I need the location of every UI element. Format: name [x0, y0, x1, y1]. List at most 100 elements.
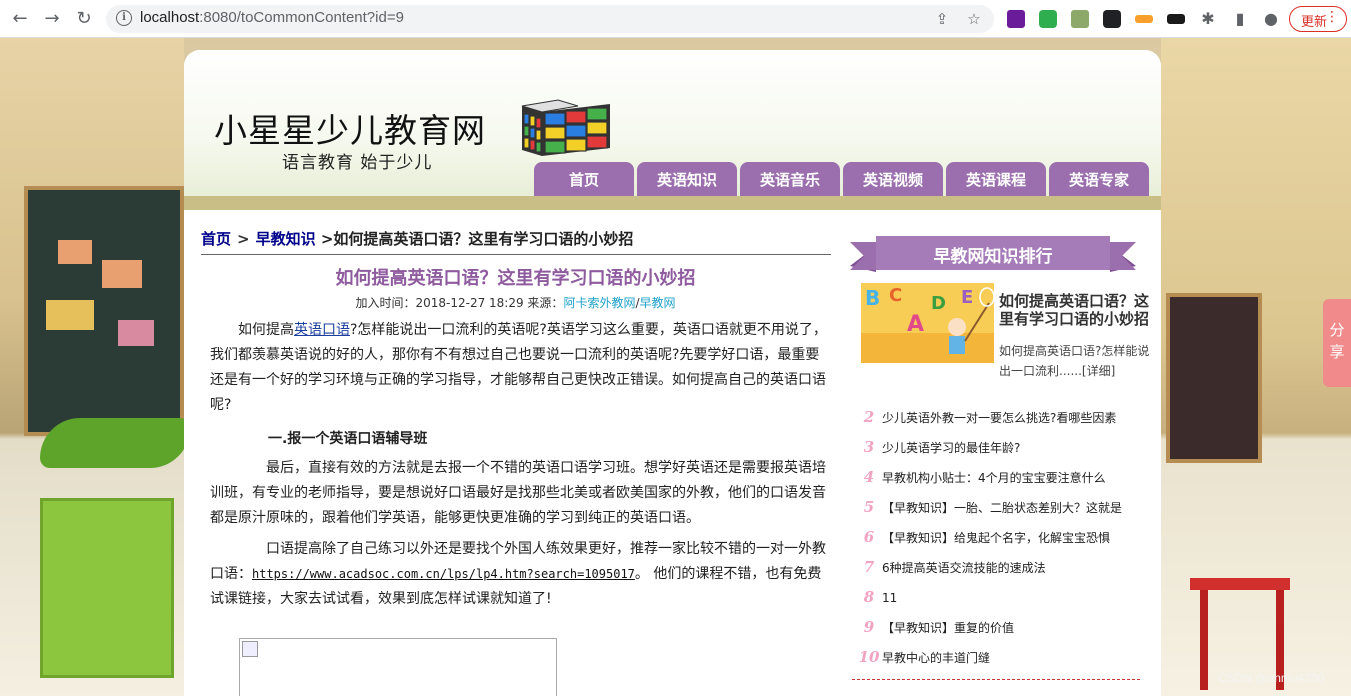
- rank-number: 3: [863, 438, 875, 456]
- extension-chat-icon[interactable]: [1039, 10, 1057, 28]
- share-tab-label: 分享: [1329, 321, 1345, 361]
- sidebar-heading: 早教网知识排行: [933, 247, 1053, 267]
- background-table-leg: [1200, 590, 1208, 690]
- nav-underline-bar: [184, 196, 1161, 210]
- update-label: 更新: [1301, 15, 1328, 30]
- rank-title[interactable]: 少儿英语学习的最佳年龄?: [882, 433, 1020, 463]
- rank-title[interactable]: 11: [882, 583, 897, 613]
- nav-item-english-knowledge[interactable]: 英语知识: [637, 162, 737, 198]
- list-item[interactable]: 10 早教中心的丰道门缝: [856, 642, 1148, 672]
- extension-tab-icon[interactable]: [1103, 10, 1121, 28]
- sidebar-divider: [852, 679, 1140, 680]
- rank-number: 2: [863, 408, 875, 426]
- list-item[interactable]: 5 【早教知识】一胎、二胎状态差别大？这就是: [856, 492, 1148, 522]
- update-button[interactable]: 更新 ⋮: [1289, 6, 1347, 32]
- site-header: 小星星少儿教育网 语言教育 始于少儿 首页 英语知识 英语音乐 英语视频 英语课…: [184, 50, 1161, 210]
- article-subheading: 一.报一个英语口语辅导班: [268, 431, 428, 447]
- rank-title[interactable]: 6种提高英语交流技能的速成法: [882, 553, 1046, 583]
- breadcrumb-home-link[interactable]: 首页: [201, 230, 231, 248]
- rank-title[interactable]: 【早教知识】给鬼起个名字，化解宝宝恐惧: [882, 523, 1110, 553]
- paragraph-text: 如何提高: [238, 322, 294, 338]
- site-slogan: 语言教育 始于少儿: [282, 153, 433, 173]
- background-crocodile: [40, 418, 190, 468]
- list-item[interactable]: 8 11: [856, 582, 1148, 612]
- list-item[interactable]: 6 【早教知识】给鬼起个名字，化解宝宝恐惧: [856, 522, 1148, 552]
- article-paragraph-3: 口语提高除了自己练习以外还是要找个外国人练效果更好，推荐一家比较不错的一对一外教…: [210, 537, 830, 612]
- forward-icon[interactable]: →: [40, 7, 64, 31]
- more-menu-icon[interactable]: ⋮: [1325, 9, 1339, 25]
- back-icon[interactable]: ←: [8, 7, 32, 31]
- rubiks-cube-icon: [521, 99, 610, 156]
- list-item[interactable]: 2 少儿英语外教一对一要怎么挑选?看哪些因素: [856, 402, 1148, 432]
- nav-item-english-course[interactable]: 英语课程: [946, 162, 1046, 198]
- page-container: 小星星少儿教育网 语言教育 始于少儿 首页 英语知识 英语音乐 英语视频 英语课…: [184, 50, 1161, 696]
- rank-title[interactable]: 少儿英语外教一对一要怎么挑选?看哪些因素: [882, 403, 1116, 433]
- page-viewport: 小星星少儿教育网 语言教育 始于少儿 首页 英语知识 英语音乐 英语视频 英语课…: [0, 38, 1351, 696]
- reload-icon[interactable]: ↻: [72, 7, 96, 31]
- extension-image-icon[interactable]: [1071, 10, 1089, 28]
- article-meta-time: 加入时间：2018-12-27 18:29 来源：: [355, 296, 564, 310]
- rank-number: 9: [863, 618, 875, 636]
- nav-item-home[interactable]: 首页: [534, 162, 634, 198]
- source-link-zaojiao[interactable]: 早教网: [640, 296, 676, 310]
- article-paragraph-1: 如何提高英语口语?怎样能说出一口流利的英语呢?英语学习这么重要，英语口语就更不用…: [210, 318, 830, 418]
- svg-text:D: D: [931, 293, 946, 314]
- site-info-icon[interactable]: i: [116, 10, 132, 26]
- list-item[interactable]: 4 早教机构小贴士：4个月的宝宝要注意什么: [856, 462, 1148, 492]
- featured-article-title[interactable]: 如何提高英语口语？这里有学习口语的小妙招: [999, 292, 1157, 328]
- nav-item-english-video[interactable]: 英语视频: [843, 162, 943, 198]
- svg-text:E: E: [961, 287, 973, 308]
- extension-rp-icon[interactable]: [1007, 10, 1025, 28]
- nav-item-english-music[interactable]: 英语音乐: [740, 162, 840, 198]
- breadcrumb-category-link[interactable]: 早教知识: [256, 230, 316, 248]
- site-logo-title[interactable]: 小星星少儿教育网: [214, 104, 486, 152]
- address-bar[interactable]: i localhost:8080/toCommonContent?id=9 ⇪ …: [106, 5, 994, 33]
- featured-article-summary[interactable]: 如何提高英语口语?怎样能说出一口流利......[详细]: [999, 341, 1157, 381]
- extension-md-icon[interactable]: [1167, 14, 1185, 24]
- background-shelf: [40, 498, 174, 678]
- share-tab[interactable]: 分享: [1323, 299, 1351, 387]
- rank-number: 6: [863, 528, 875, 546]
- rank-number: 10: [858, 648, 880, 666]
- rank-number: 5: [863, 498, 875, 516]
- rank-title[interactable]: 【早教知识】一胎、二胎状态差别大？这就是: [882, 493, 1122, 523]
- bookmark-star-icon[interactable]: ☆: [964, 9, 984, 29]
- background-chalkboard: [24, 186, 184, 436]
- rank-number: 4: [863, 468, 875, 486]
- keyword-link-spoken-english[interactable]: 英语口语: [294, 322, 350, 338]
- list-item[interactable]: 3 少儿英语学习的最佳年龄?: [856, 432, 1148, 462]
- url-host: localhost: [140, 9, 200, 26]
- featured-article-image[interactable]: B C A D E: [861, 283, 994, 363]
- profile-avatar-icon[interactable]: ●: [1259, 7, 1283, 31]
- rank-title[interactable]: 早教中心的丰道门缝: [882, 643, 990, 673]
- article-url-link[interactable]: https://www.acadsoc.com.cn/lps/lp4.htm?s…: [252, 567, 635, 581]
- svg-text:B: B: [865, 286, 880, 310]
- rank-title[interactable]: 早教机构小贴士：4个月的宝宝要注意什么: [882, 463, 1106, 493]
- csdn-watermark: CSDN @anmu4200: [1218, 671, 1325, 685]
- extension-vpn-icon[interactable]: [1135, 15, 1153, 23]
- rank-number: 8: [863, 588, 875, 606]
- list-item[interactable]: 9 【早教知识】重复的价值: [856, 612, 1148, 642]
- svg-text:A: A: [907, 312, 924, 337]
- nav-item-english-expert[interactable]: 英语专家: [1049, 162, 1149, 198]
- article-meta: 加入时间：2018-12-27 18:29 来源：阿卡索外教网/早教网: [184, 294, 847, 311]
- url-path: :8080/toCommonContent?id=9: [199, 9, 404, 26]
- rank-title[interactable]: 【早教知识】重复的价值: [882, 613, 1014, 643]
- side-panel-icon[interactable]: ▮: [1228, 7, 1252, 31]
- background-board-right: [1166, 293, 1262, 463]
- article-paragraph-2: 最后，直接有效的方法就是去报一个不错的英语口语学习班。想学好英语还是需要报英语培…: [210, 460, 826, 526]
- breadcrumb-separator: >: [237, 230, 250, 248]
- list-item[interactable]: 7 6种提高英语交流技能的速成法: [856, 552, 1148, 582]
- breadcrumb-current: >如何提高英语口语？这里有学习口语的小妙招: [320, 230, 634, 248]
- rank-list: 2 少儿英语外教一对一要怎么挑选?看哪些因素 3 少儿英语学习的最佳年龄? 4 早教机…: [856, 402, 1148, 672]
- broken-image-placeholder: [239, 638, 557, 696]
- background-table: [1190, 578, 1290, 590]
- extensions-puzzle-icon[interactable]: ✱: [1196, 7, 1220, 31]
- broken-image-icon: [242, 641, 258, 657]
- url-text: localhost:8080/toCommonContent?id=9: [140, 9, 404, 26]
- source-link-acadsoc[interactable]: 阿卡索外教网: [563, 296, 635, 310]
- rank-number: 7: [863, 558, 875, 576]
- svg-text:C: C: [889, 285, 902, 306]
- share-page-icon[interactable]: ⇪: [932, 9, 952, 29]
- article-title: 如何提高英语口语？这里有学习口语的小妙招: [335, 268, 696, 289]
